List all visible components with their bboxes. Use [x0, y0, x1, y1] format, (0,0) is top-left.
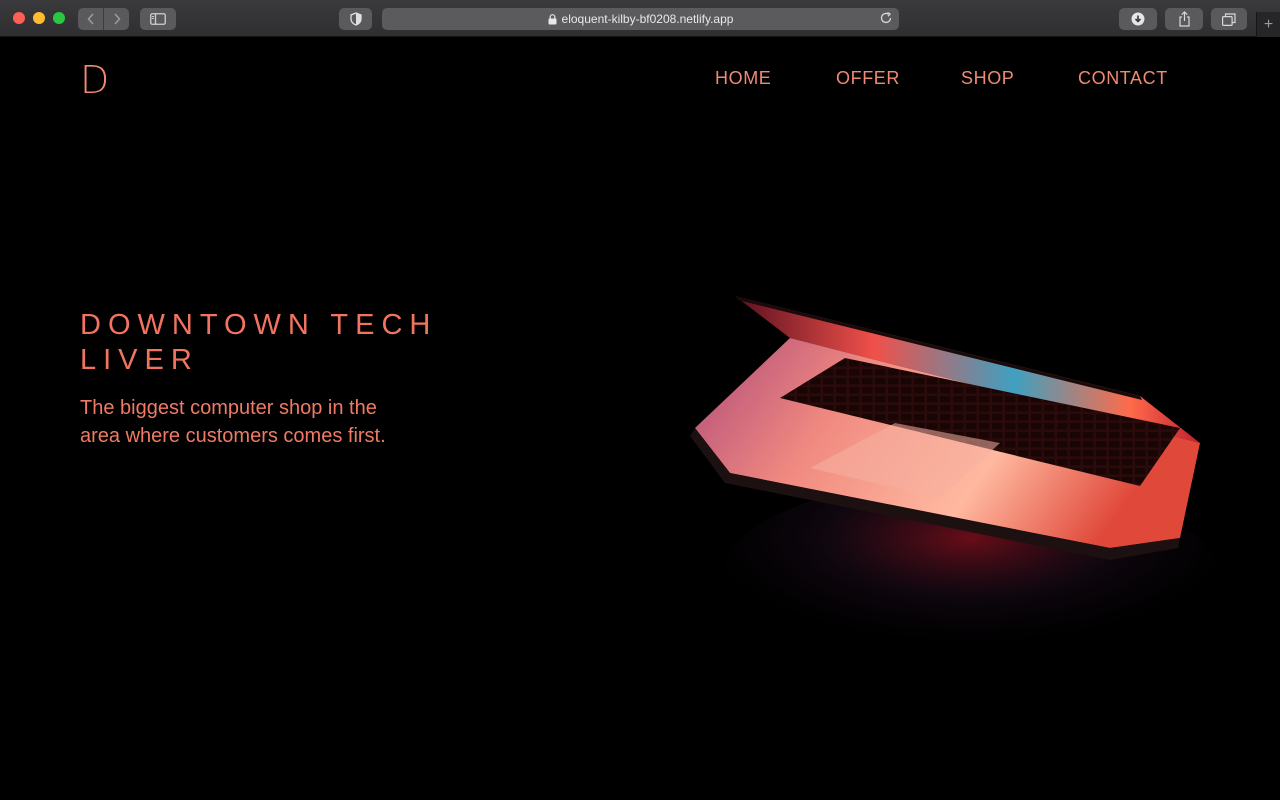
sidebar-icon — [150, 13, 166, 25]
web-page: D HOME OFFER SHOP CONTACT DOWNTOWN TECH … — [0, 38, 1280, 800]
download-icon — [1131, 12, 1145, 26]
hero-title: DOWNTOWN TECH LIVER — [80, 308, 500, 378]
reload-button[interactable] — [879, 11, 893, 25]
browser-toolbar: eloquent-kilby-bf0208.netlify.app + — [0, 0, 1280, 37]
chevron-left-icon — [86, 13, 94, 25]
plus-icon: + — [1263, 15, 1274, 33]
shield-icon — [349, 12, 362, 26]
chevron-right-icon — [113, 13, 121, 25]
tabs-icon — [1222, 12, 1236, 26]
nav-shop-link[interactable]: SHOP — [961, 68, 1014, 89]
nav-contact-link[interactable]: CONTACT — [1078, 68, 1168, 89]
hero-title-line-2: LIVER — [80, 344, 199, 376]
downloads-button[interactable] — [1119, 8, 1157, 30]
address-bar[interactable]: eloquent-kilby-bf0208.netlify.app — [382, 8, 899, 30]
new-tab-button[interactable]: + — [1256, 12, 1280, 37]
back-button[interactable] — [78, 8, 103, 30]
sidebar-toggle-button[interactable] — [140, 8, 176, 30]
forward-button[interactable] — [104, 8, 129, 30]
nav-offer-link[interactable]: OFFER — [836, 68, 900, 89]
share-icon — [1178, 11, 1190, 27]
maximize-window-button[interactable] — [53, 12, 65, 24]
hero-laptop-image — [690, 296, 1220, 678]
share-button[interactable] — [1165, 8, 1203, 30]
hero-subtitle: The biggest computer shop in the area wh… — [80, 397, 386, 447]
history-nav — [78, 8, 129, 30]
close-window-button[interactable] — [13, 12, 25, 24]
minimize-window-button[interactable] — [33, 12, 45, 24]
site-logo[interactable]: D — [80, 58, 109, 102]
hero-title-line-1: DOWNTOWN TECH — [80, 309, 438, 341]
tab-overview-button[interactable] — [1211, 8, 1247, 30]
privacy-report-button[interactable] — [339, 8, 372, 30]
lock-icon — [548, 13, 557, 25]
nav-home-link[interactable]: HOME — [715, 68, 771, 89]
url-text: eloquent-kilby-bf0208.netlify.app — [561, 12, 734, 26]
reload-icon — [880, 11, 892, 24]
